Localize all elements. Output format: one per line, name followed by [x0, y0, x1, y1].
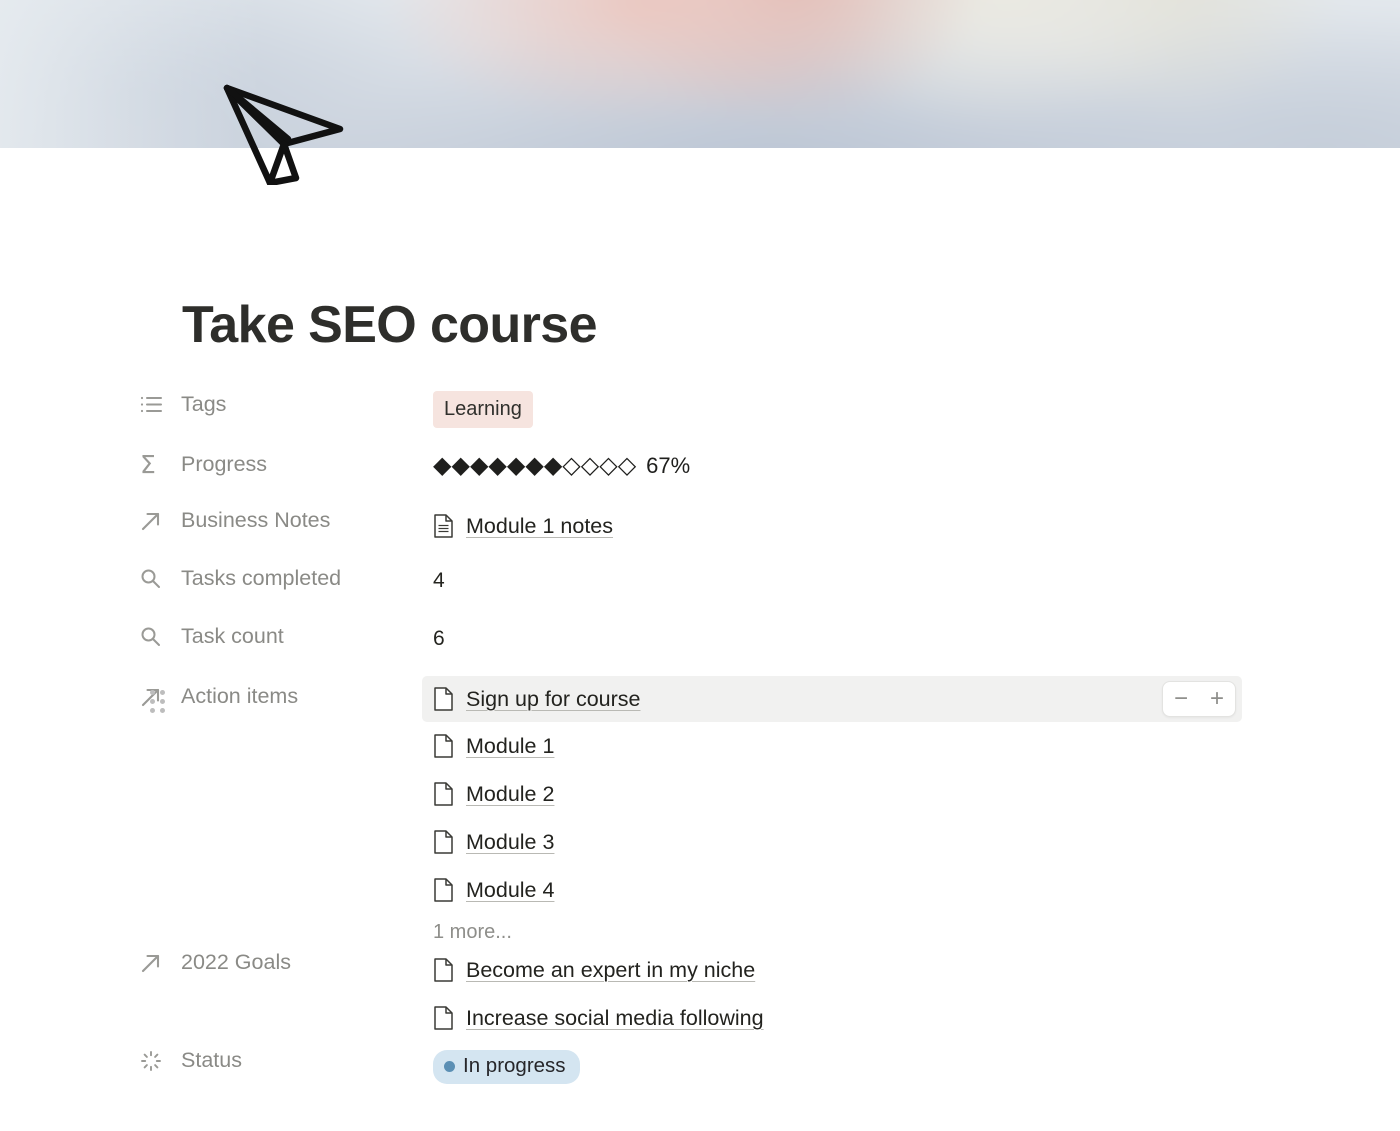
search-rollup-icon: [140, 626, 170, 647]
property-name-2022-goals: 2022 Goals: [181, 950, 291, 975]
relation-item[interactable]: Increase social media following: [433, 994, 1400, 1042]
relation-item[interactable]: Module 3: [433, 818, 1400, 866]
property-row-tags: Tags Learning: [140, 384, 1400, 442]
property-name-task-count: Task count: [181, 624, 284, 648]
diamond-empty-icon[interactable]: ◇: [599, 451, 617, 479]
property-name-status: Status: [181, 1048, 242, 1073]
page-cover-image[interactable]: [0, 0, 1400, 148]
relation-label[interactable]: Sign up for course: [466, 687, 641, 712]
property-value-tasks-completed[interactable]: 4: [433, 558, 1400, 591]
property-label-tags[interactable]: Tags: [140, 384, 433, 416]
progress-percent: 67%: [646, 452, 691, 478]
status-badge[interactable]: In progress: [433, 1050, 580, 1084]
tasks-completed-value: 4: [433, 569, 445, 592]
property-list: Tags Learning Σ Progress ◆◆◆◆◆◆◆◇◇◇◇ 67%…: [140, 384, 1400, 1100]
diamond-filled-icon[interactable]: ◆: [507, 451, 525, 479]
page-title[interactable]: Take SEO course: [182, 299, 1400, 351]
property-value-task-count[interactable]: 6: [433, 616, 1400, 649]
property-value-status[interactable]: In progress: [433, 1042, 1400, 1084]
property-name-business-notes: Business Notes: [181, 508, 331, 533]
property-row-business-notes: Business Notes Module 1 notes: [140, 500, 1400, 558]
tag-learning[interactable]: Learning: [433, 391, 533, 428]
status-label: In progress: [463, 1054, 566, 1077]
relation-label[interactable]: Module 2: [466, 782, 554, 807]
property-row-tasks-completed: Tasks completed 4: [140, 558, 1400, 616]
document-page-icon: [433, 878, 455, 902]
diamond-empty-icon[interactable]: ◇: [562, 451, 580, 479]
arrow-up-right-relation-icon: [140, 952, 170, 974]
property-value-progress[interactable]: ◆◆◆◆◆◆◆◇◇◇◇ 67%: [433, 442, 1400, 478]
property-label-status[interactable]: Status: [140, 1042, 433, 1072]
relation-item[interactable]: Module 1 notes: [433, 502, 1400, 550]
relation-item-highlighted[interactable]: Sign up for course − +: [422, 676, 1242, 722]
property-row-status: Status In progress: [140, 1042, 1400, 1100]
document-lines-icon: [433, 514, 455, 538]
diamond-filled-icon[interactable]: ◆: [451, 451, 469, 479]
document-page-icon: [433, 1006, 455, 1030]
property-row-task-count: Task count 6: [140, 616, 1400, 674]
progress-diamonds: ◆◆◆◆◆◆◆◇◇◇◇ 67%: [433, 444, 1400, 478]
property-row-action-items: Action items Sign up for course − + Modu…: [140, 674, 1400, 944]
property-name-tasks-completed: Tasks completed: [181, 566, 342, 590]
property-label-task-count[interactable]: Task count: [140, 616, 433, 648]
property-name-tags: Tags: [181, 392, 227, 416]
property-row-progress: Σ Progress ◆◆◆◆◆◆◆◇◇◇◇ 67%: [140, 442, 1400, 500]
task-count-value: 6: [433, 627, 445, 650]
page-content: Take SEO course Tags Learning Σ Progress…: [0, 148, 1400, 1100]
sigma-rollup-icon: Σ: [140, 450, 156, 479]
drag-handle-icon[interactable]: [149, 689, 165, 713]
diamond-rating: ◆◆◆◆◆◆◆◇◇◇◇: [433, 453, 636, 478]
diamond-filled-icon[interactable]: ◆: [525, 451, 543, 479]
relation-label[interactable]: Become an expert in my niche: [466, 958, 755, 983]
relation-label[interactable]: Module 1 notes: [466, 514, 613, 539]
property-label-2022-goals[interactable]: 2022 Goals: [140, 944, 433, 974]
document-page-icon: [433, 734, 455, 758]
relation-label[interactable]: Module 4: [466, 878, 554, 903]
property-name-action-items: Action items: [181, 684, 299, 709]
search-rollup-icon: [140, 568, 170, 589]
multi-select-list-icon: [140, 395, 170, 414]
relation-item[interactable]: Module 2: [433, 770, 1400, 818]
arrow-up-right-relation-icon: [140, 510, 170, 532]
diamond-filled-icon[interactable]: ◆: [470, 451, 488, 479]
stepper-plus-button[interactable]: +: [1202, 684, 1232, 714]
property-row-2022-goals: 2022 Goals Become an expert in my niche: [140, 944, 1400, 1042]
relation-label[interactable]: Module 1: [466, 734, 554, 759]
relation-item[interactable]: Module 4: [433, 866, 1400, 914]
diamond-filled-icon[interactable]: ◆: [433, 451, 451, 479]
property-label-progress[interactable]: Σ Progress: [140, 442, 433, 477]
relation-item[interactable]: Module 1: [433, 722, 1400, 770]
property-label-action-items[interactable]: Action items: [140, 674, 433, 708]
diamond-empty-icon[interactable]: ◇: [581, 451, 599, 479]
relation-label[interactable]: Module 3: [466, 830, 554, 855]
show-more-link[interactable]: 1 more...: [433, 914, 1400, 944]
document-page-icon: [433, 687, 455, 711]
notion-page: Take SEO course Tags Learning Σ Progress…: [0, 0, 1400, 1131]
document-page-icon: [433, 830, 455, 854]
property-value-action-items: Sign up for course − + Module 1 Module 2…: [422, 674, 1400, 944]
diamond-filled-icon[interactable]: ◆: [544, 451, 562, 479]
stepper-minus-button[interactable]: −: [1166, 684, 1196, 714]
document-page-icon: [433, 958, 455, 982]
quantity-stepper[interactable]: − +: [1162, 681, 1236, 717]
property-value-2022-goals: Become an expert in my niche Increase so…: [433, 944, 1400, 1042]
document-page-icon: [433, 782, 455, 806]
relation-item[interactable]: Become an expert in my niche: [433, 946, 1400, 994]
property-label-tasks-completed[interactable]: Tasks completed: [140, 558, 433, 590]
relation-label[interactable]: Increase social media following: [466, 1006, 764, 1031]
property-value-business-notes: Module 1 notes: [433, 500, 1400, 550]
diamond-empty-icon[interactable]: ◇: [618, 451, 636, 479]
spinner-status-icon: [140, 1050, 170, 1072]
property-label-business-notes[interactable]: Business Notes: [140, 500, 433, 532]
status-dot-icon: [444, 1060, 455, 1072]
property-name-progress: Progress: [181, 451, 268, 476]
property-value-tags[interactable]: Learning: [433, 384, 1400, 428]
diamond-filled-icon[interactable]: ◆: [488, 451, 506, 479]
paper-plane-icon: [223, 84, 344, 185]
